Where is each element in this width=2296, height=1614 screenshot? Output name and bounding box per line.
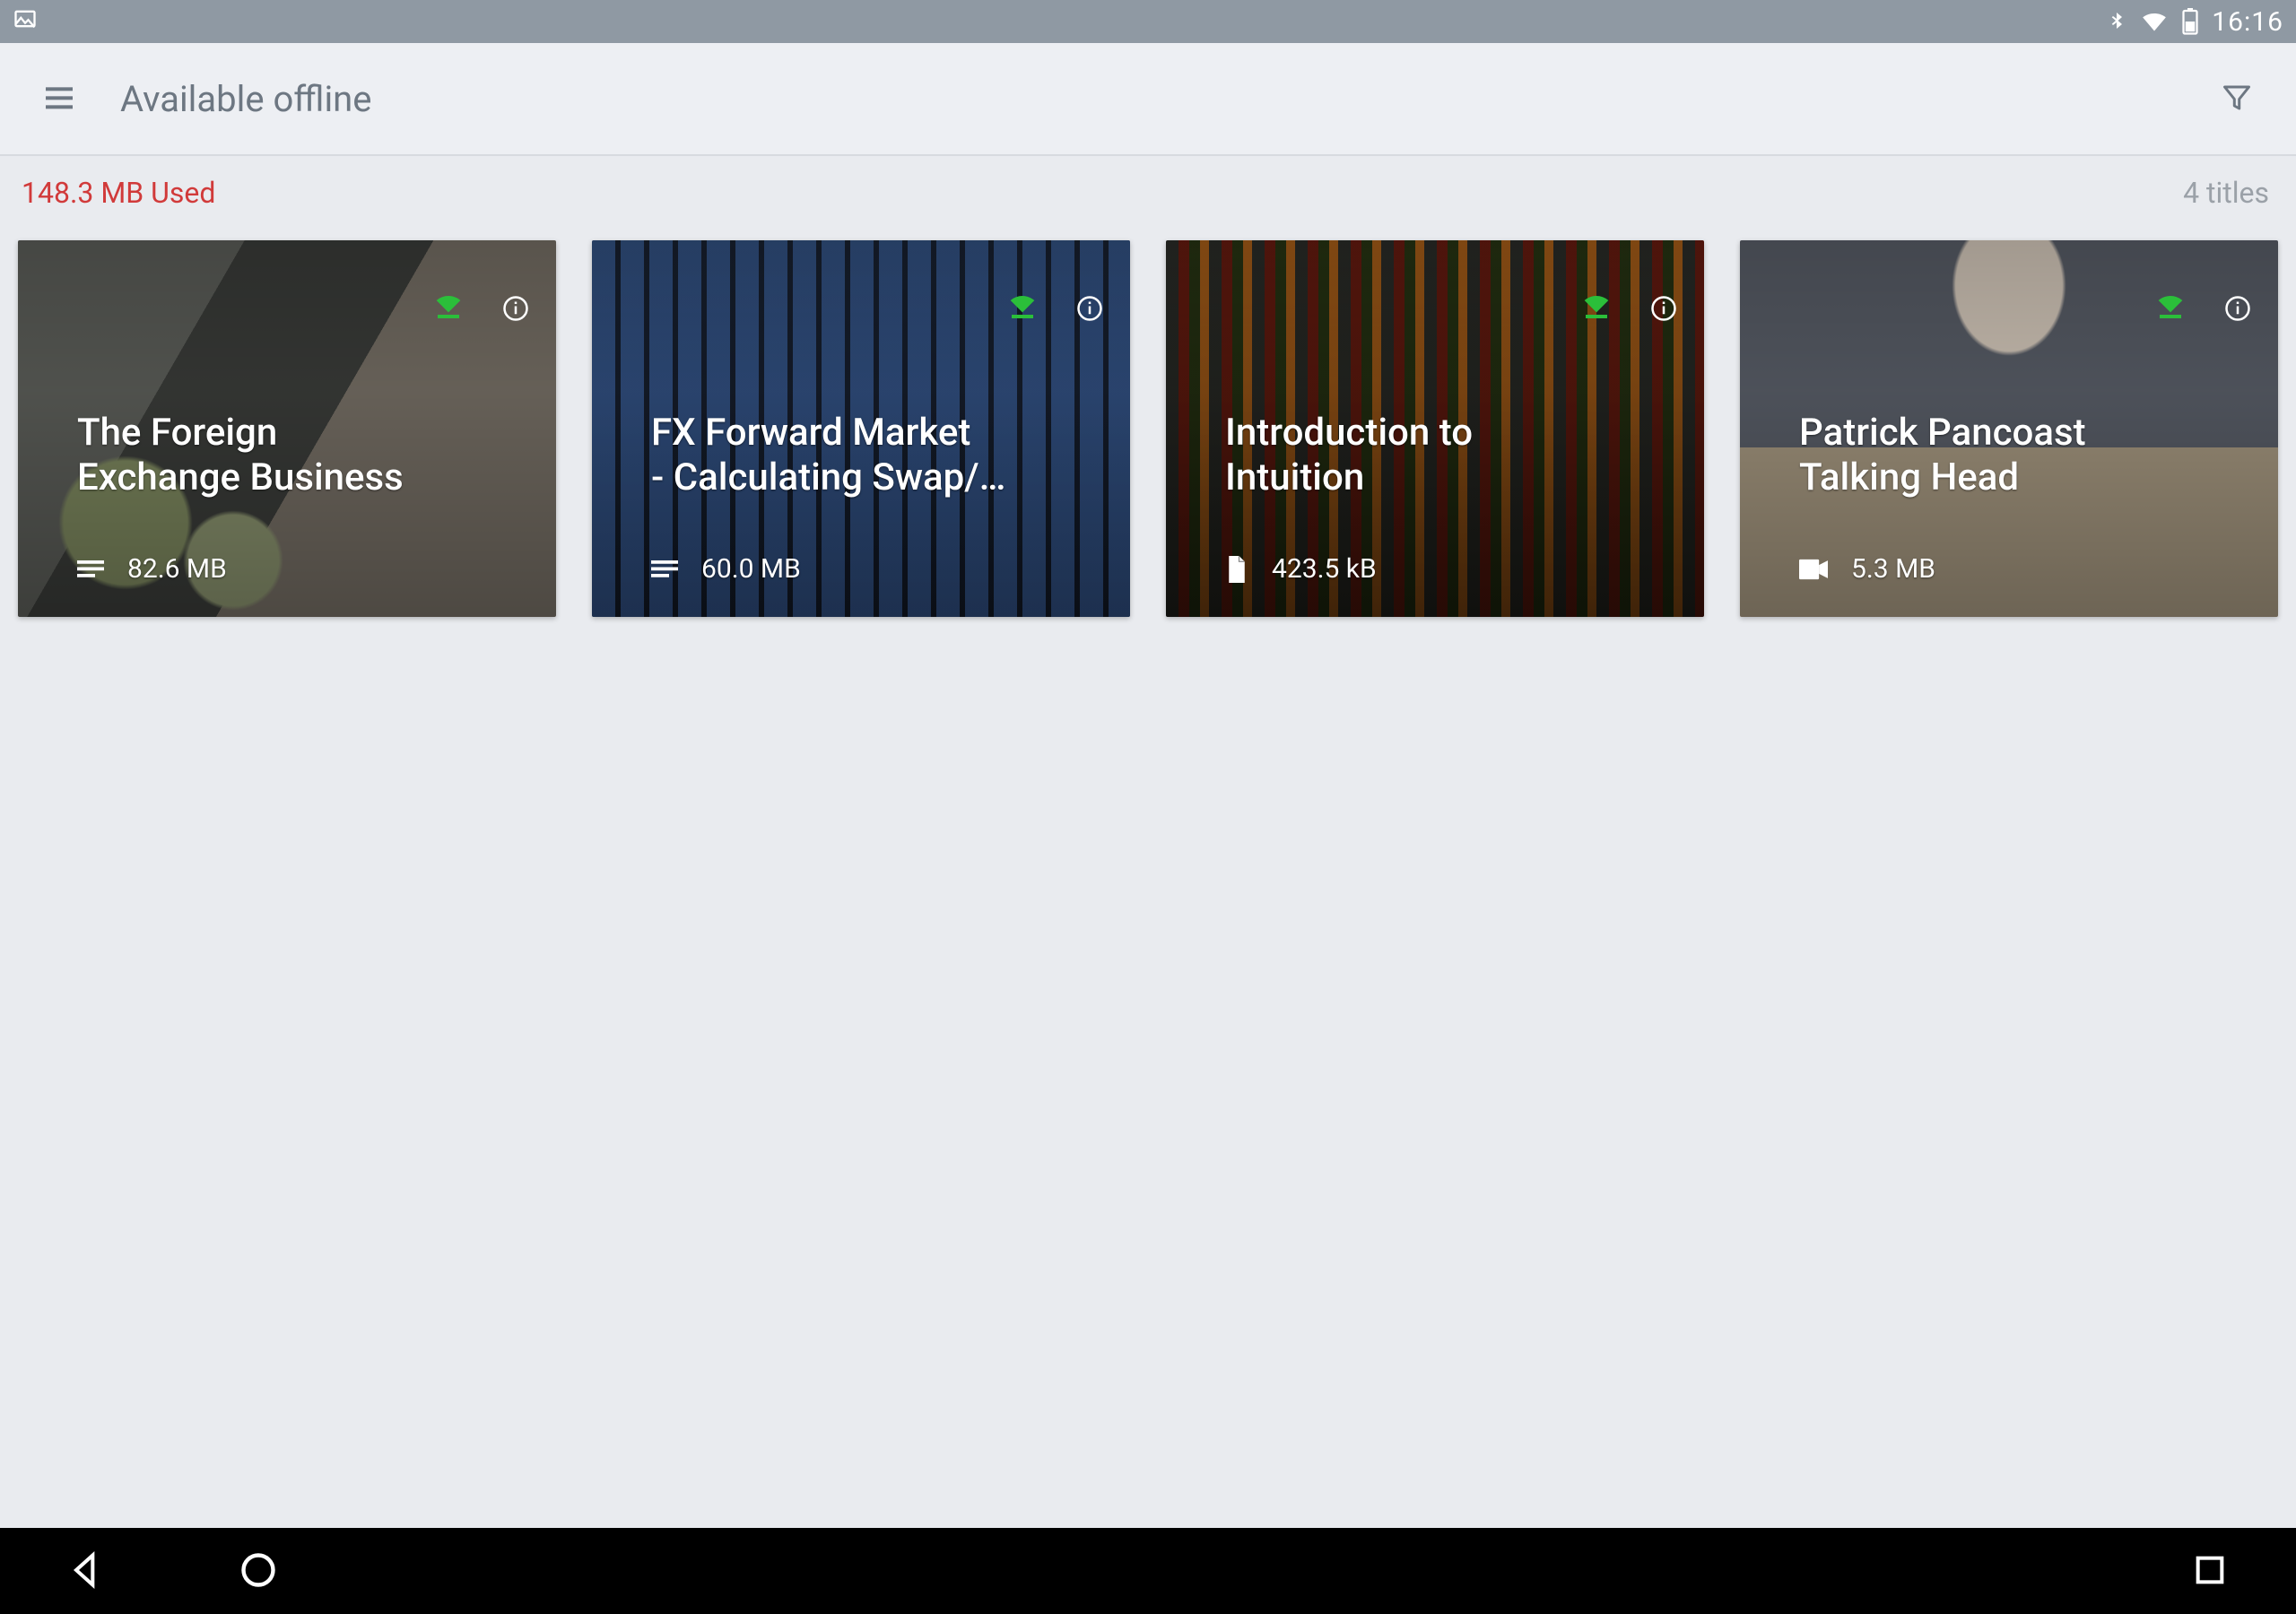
info-icon (2224, 311, 2251, 325)
nav-recent-icon (2192, 1552, 2228, 1591)
card-title: Patrick PancoastTalking Head (1799, 411, 2242, 501)
nav-home-icon (239, 1550, 278, 1592)
card-title: Introduction toIntuition (1225, 411, 1668, 501)
wifi-download-icon (1582, 294, 1611, 325)
info-icon (1076, 311, 1103, 325)
title-count-label: 4 titles (2183, 176, 2269, 210)
menu-button[interactable] (32, 72, 86, 126)
nav-recent-button[interactable] (2178, 1539, 2242, 1603)
status-time: 16:16 (2212, 6, 2283, 38)
filter-button[interactable] (2210, 72, 2264, 126)
card-info-button[interactable] (502, 295, 529, 325)
card-info-button[interactable] (2224, 295, 2251, 325)
offline-items-grid: The ForeignExchange Business 82.6 MB FX … (0, 215, 2296, 642)
offline-card[interactable]: FX Forward Market- Calculating Swap/… 60… (592, 240, 1130, 617)
wifi-download-icon (434, 294, 463, 325)
wifi-icon (2140, 9, 2169, 34)
android-nav-bar (0, 1528, 2296, 1614)
card-info-button[interactable] (1650, 295, 1677, 325)
offline-card[interactable]: Patrick PancoastTalking Head 5.3 MB (1740, 240, 2278, 617)
info-icon (502, 311, 529, 325)
wifi-download-icon (1008, 294, 1037, 325)
wifi-download-icon (2156, 294, 2185, 325)
nav-back-icon (66, 1550, 106, 1592)
card-size: 423.5 kB (1272, 553, 1377, 585)
offline-card[interactable]: The ForeignExchange Business 82.6 MB (18, 240, 556, 617)
app-toolbar: Available offline (0, 43, 2296, 156)
battery-icon (2181, 8, 2199, 35)
nav-back-button[interactable] (54, 1539, 118, 1603)
card-title: The ForeignExchange Business (77, 411, 520, 501)
storage-used-label: 148.3 MB Used (22, 176, 215, 210)
text-lines-icon (651, 558, 678, 581)
video-icon (1799, 559, 1828, 580)
card-info-button[interactable] (1076, 295, 1103, 325)
android-status-bar: 16:16 (0, 0, 2296, 43)
menu-icon (41, 80, 77, 118)
card-title: FX Forward Market- Calculating Swap/… (651, 411, 1094, 501)
filter-icon (2221, 82, 2253, 117)
nav-home-button[interactable] (226, 1539, 291, 1603)
bluetooth-icon (2106, 9, 2127, 34)
card-size: 5.3 MB (1851, 553, 1935, 585)
card-size: 82.6 MB (127, 553, 227, 585)
text-lines-icon (77, 558, 104, 581)
subheader: 148.3 MB Used 4 titles (0, 156, 2296, 215)
page-title: Available offline (120, 78, 371, 120)
info-icon (1650, 311, 1677, 325)
offline-card[interactable]: Introduction toIntuition 423.5 kB (1166, 240, 1704, 617)
document-icon (1225, 556, 1248, 583)
card-size: 60.0 MB (701, 553, 801, 585)
screenshot-indicator-icon (13, 6, 38, 38)
